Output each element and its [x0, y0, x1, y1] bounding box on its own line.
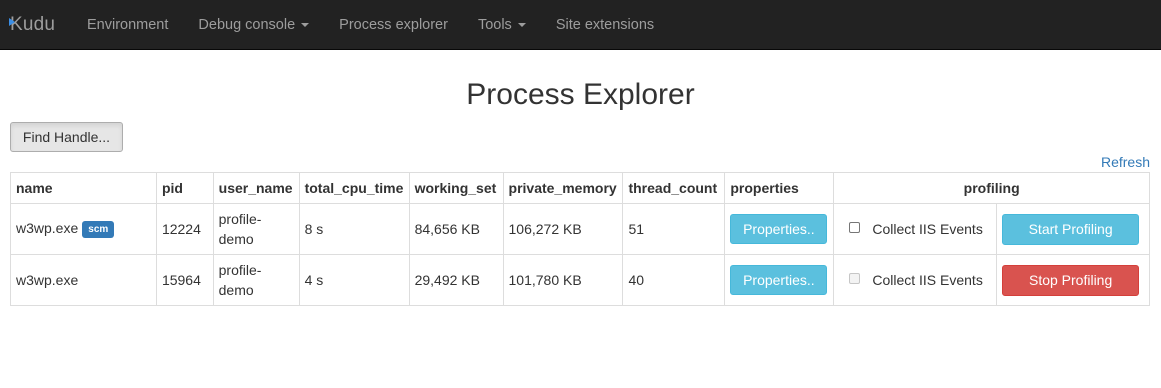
col-header-name: name	[10, 172, 157, 204]
process-name: w3wp.exe	[16, 220, 79, 237]
scm-badge: scm	[82, 220, 115, 238]
col-header-profiling: profiling	[833, 172, 1150, 204]
table-row: w3wp.exe scm 12224 profile-demo 8 s 84,65…	[10, 203, 1150, 255]
table-row: w3wp.exe 15964 profile-demo 4 s 29,492 K…	[10, 254, 1150, 306]
process-name: w3wp.exe	[16, 272, 79, 288]
nav-environment[interactable]: Environment	[72, 0, 183, 50]
cell-name: w3wp.exe scm	[10, 203, 157, 255]
brand-label: Kudu	[10, 13, 56, 35]
collect-iis-events-checkbox[interactable]	[849, 272, 861, 284]
cell-private-memory: 106,272 KB	[502, 203, 624, 255]
nav-site-extensions[interactable]: Site extensions	[541, 0, 669, 50]
collect-iis-events-label: Collect IIS Events	[872, 221, 983, 237]
cell-user-name: profile-demo	[212, 203, 300, 255]
cell-user-name: profile-demo	[212, 254, 300, 306]
nav-debug-console[interactable]: Debug console	[183, 0, 324, 50]
cell-collect-iis: Collect IIS Events	[833, 203, 998, 255]
cell-profiling-action: Stop Profiling	[996, 254, 1150, 306]
process-table: name pid user_name total_cpu_time workin…	[10, 172, 1150, 306]
start-profiling-button[interactable]: Start Profiling	[1002, 213, 1140, 245]
kudu-logo[interactable]: Kudu	[8, 0, 72, 50]
properties-button[interactable]: Properties..	[730, 214, 828, 244]
refresh-link[interactable]: Refresh	[1101, 154, 1150, 170]
cell-thread-count: 40	[622, 254, 726, 306]
cell-pid: 15964	[155, 254, 214, 306]
properties-button[interactable]: Properties..	[730, 265, 828, 295]
cell-name: w3wp.exe	[10, 254, 157, 306]
cell-working-set: 29,492 KB	[408, 254, 504, 306]
cell-private-memory: 101,780 KB	[502, 254, 624, 306]
table-header-row: name pid user_name total_cpu_time workin…	[10, 172, 1150, 204]
nav-debug-console-label: Debug console	[198, 16, 296, 33]
cell-properties: Properties..	[724, 254, 835, 306]
cell-working-set: 84,656 KB	[408, 203, 504, 255]
cell-collect-iis: Collect IIS Events	[833, 254, 998, 306]
user-name: profile-demo	[218, 262, 262, 298]
nav-site-extensions-label: Site extensions	[555, 16, 655, 33]
cell-profiling-action: Start Profiling	[996, 203, 1150, 255]
nav-tools-label: Tools	[477, 16, 512, 33]
cell-total-cpu-time: 4 s	[298, 254, 410, 306]
nav-process-explorer-label: Process explorer	[339, 16, 448, 33]
col-header-private-memory: private_memory	[502, 172, 624, 204]
user-name: profile-demo	[218, 211, 262, 247]
page-title: Process Explorer	[466, 78, 695, 111]
col-header-working-set: working_set	[408, 172, 504, 204]
col-header-properties: properties	[724, 172, 835, 204]
nav-environment-label: Environment	[87, 16, 169, 33]
stop-profiling-button[interactable]: Stop Profiling	[1002, 264, 1140, 296]
caret-down-icon	[301, 22, 310, 27]
kudu-logo-icon	[9, 17, 15, 26]
find-handle-button[interactable]: Find Handle...	[10, 122, 123, 152]
caret-down-icon	[517, 22, 526, 27]
cell-total-cpu-time: 8 s	[298, 203, 410, 255]
nav-tools[interactable]: Tools	[463, 0, 541, 50]
collect-iis-events-label: Collect IIS Events	[872, 272, 983, 288]
col-header-thread-count: thread_count	[622, 172, 726, 204]
col-header-pid: pid	[155, 172, 214, 204]
col-header-total-cpu-time: total_cpu_time	[298, 172, 410, 204]
nav-process-explorer[interactable]: Process explorer	[324, 0, 463, 50]
cell-properties: Properties..	[724, 203, 835, 255]
top-navbar: Kudu Environment Debug console Process e…	[0, 0, 1161, 50]
cell-pid: 12224	[155, 203, 214, 255]
cell-thread-count: 51	[622, 203, 726, 255]
collect-iis-events-checkbox[interactable]	[849, 221, 861, 233]
col-header-user-name: user_name	[212, 172, 300, 204]
